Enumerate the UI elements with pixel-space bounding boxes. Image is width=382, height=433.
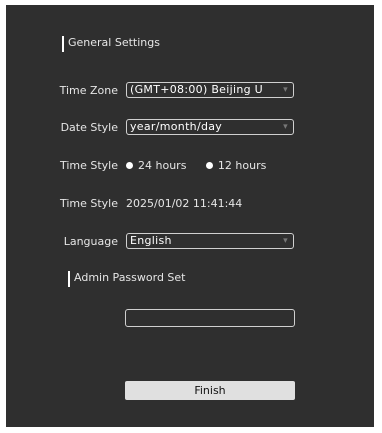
radio-24-hours[interactable]: 24 hours [126, 158, 186, 174]
language-value: English [130, 234, 172, 247]
date-style-label: Date Style [60, 121, 118, 134]
radio-12-hours-label: 12 hours [217, 159, 267, 172]
time-zone-select[interactable]: (GMT+08:00) Beijing U ▾ [126, 82, 294, 98]
language-label: Language [63, 235, 118, 248]
chevron-down-icon: ▾ [283, 122, 288, 132]
finish-button[interactable]: Finish [125, 381, 295, 400]
general-settings-title: General Settings [68, 36, 160, 49]
admin-password-input[interactable] [125, 309, 295, 327]
date-style-select[interactable]: year/month/day ▾ [126, 119, 294, 135]
time-display-label: Time Style [59, 197, 118, 210]
general-settings-heading: General Settings [62, 36, 160, 52]
section-marker [62, 36, 64, 52]
radio-24-hours-label: 24 hours [138, 159, 187, 172]
admin-password-title: Admin Password Set [74, 271, 186, 284]
date-style-value: year/month/day [130, 120, 223, 133]
chevron-down-icon: ▾ [283, 236, 288, 246]
admin-password-heading: Admin Password Set [68, 271, 186, 287]
radio-12-hours[interactable]: 12 hours [205, 158, 267, 174]
time-zone-value: (GMT+08:00) Beijing U [130, 83, 264, 96]
settings-panel: General Settings Time Zone (GMT+08:00) B… [6, 5, 374, 427]
language-select[interactable]: English ▾ [126, 233, 294, 249]
time-style-radio-group: 24 hours 12 hours [126, 158, 282, 174]
chevron-down-icon: ▾ [283, 85, 288, 95]
section-marker [68, 271, 70, 287]
current-time-value: 2025/01/02 11:41:44 [126, 197, 243, 210]
radio-button-icon [205, 161, 213, 169]
time-style-label: Time Style [59, 159, 118, 172]
radio-button-icon [126, 161, 133, 169]
time-zone-label: Time Zone [59, 84, 118, 97]
